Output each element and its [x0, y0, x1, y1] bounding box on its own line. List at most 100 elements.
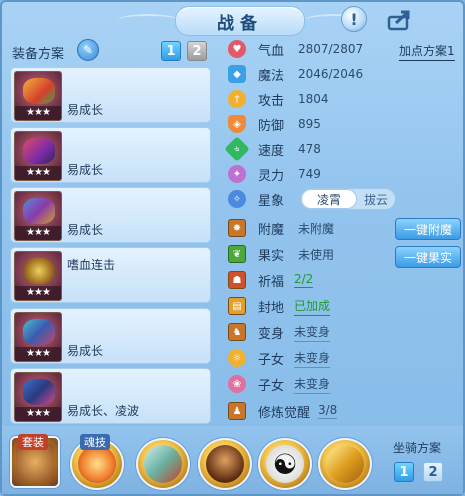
extra-transform: ♞ 变身 未变身 [228, 321, 331, 343]
heart-icon: ♥ [228, 40, 246, 58]
skill-slot-4[interactable] [198, 438, 252, 490]
slot-desc: 嗜血连击 [67, 258, 116, 272]
equip-slot-weapon[interactable]: ★★★ 易成长 [10, 67, 211, 123]
stat-value: 749 [298, 167, 321, 181]
shield-icon: ◈ [228, 115, 246, 133]
stat-name: 速度 [258, 143, 285, 159]
stat-hp: ♥ 气血 2807/2807 [228, 38, 363, 60]
extra-pray: ☗ 祈福 2/2 [228, 269, 314, 291]
child2-icon: ❀ [228, 375, 246, 393]
stat-name: 攻击 [258, 93, 285, 109]
slot-desc: 易成长 [67, 163, 104, 177]
one-click-enchant-button[interactable]: 一键附魔 [395, 218, 461, 240]
sword-icon: † [228, 90, 246, 108]
skill-slot-3[interactable] [136, 438, 190, 490]
stat-value: 478 [298, 142, 321, 156]
armor-thumb-icon: ★★★ [14, 191, 62, 241]
stat-value: 2807/2807 [298, 42, 364, 56]
stat-name: 封地 [258, 300, 285, 316]
soul-skill-icon [78, 445, 116, 483]
pray-icon: ☗ [228, 271, 246, 289]
enchant-icon: ✸ [228, 219, 246, 237]
slot-stars: ★★★ [15, 226, 61, 240]
extra-child-1: ☼ 子女 未变身 [228, 347, 331, 369]
stat-value[interactable]: 2/2 [294, 272, 314, 288]
star-option-inactive[interactable]: 拔云 [357, 191, 395, 208]
skill-slot-5[interactable]: ☯ [258, 438, 312, 490]
help-icon[interactable]: ! [341, 6, 367, 32]
stat-value: 895 [298, 117, 321, 131]
share-icon[interactable] [386, 8, 414, 32]
slot-stars: ★★★ [15, 286, 61, 300]
share-arrow-icon [387, 10, 410, 31]
slot-desc: 易成长 [67, 344, 104, 358]
stat-name: 防御 [258, 118, 285, 134]
slot-stars: ★★★ [15, 407, 61, 421]
stat-value[interactable]: 3/8 [318, 403, 338, 419]
stat-mp: ◆ 魔法 2046/2046 [228, 63, 363, 85]
stat-star-sign: ✧ 星象 [228, 188, 294, 210]
necklace-thumb-icon: ★★★ [14, 251, 62, 301]
skill-slot-6[interactable] [318, 438, 372, 490]
blade-icon [144, 445, 182, 483]
fruit-icon: ❦ [228, 245, 246, 263]
equip-slot-helmet[interactable]: ★★★ 易成长 [10, 127, 211, 183]
equip-slot-shoes[interactable]: ★★★ 易成长、凌波 [10, 368, 211, 424]
child-icon: ☼ [228, 349, 246, 367]
stat-name: 魔法 [258, 68, 285, 84]
transform-icon: ♞ [228, 323, 246, 341]
stat-value[interactable]: 未变身 [294, 349, 331, 368]
equip-slot-belt[interactable]: ★★★ 易成长 [10, 308, 211, 364]
star-sign-toggle[interactable]: 凌霄 拔云 [300, 188, 396, 210]
seal-icon: ▤ [228, 297, 246, 315]
equip-slot-necklace[interactable]: ★★★ 嗜血连击 [10, 247, 211, 303]
soul-skill-tag: 魂技 [80, 434, 110, 450]
weapon-thumb-icon: ★★★ [14, 71, 62, 121]
stat-value[interactable]: 未变身 [294, 375, 331, 394]
golden-blade-icon [326, 445, 364, 483]
suit-tag: 套装 [18, 434, 48, 450]
stat-name: 果实 [258, 248, 285, 264]
stat-name: 子女 [258, 378, 285, 394]
title-ornament-left [118, 14, 178, 26]
stat-value: 未附魔 [298, 221, 335, 236]
helmet-thumb-icon: ★★★ [14, 131, 62, 181]
slot-desc: 易成长、凌波 [67, 404, 140, 418]
equip-slot-armor[interactable]: ★★★ 易成长 [10, 187, 211, 243]
stat-value[interactable]: 已加成 [294, 297, 331, 316]
equip-plan-tab-1[interactable]: 1 [161, 41, 181, 61]
one-click-fruit-button[interactable]: 一键果实 [395, 246, 461, 268]
spirit-icon: ✦ [228, 165, 246, 183]
stat-name: 变身 [258, 326, 285, 342]
slot-stars: ★★★ [15, 166, 61, 180]
stat-value: 1804 [298, 92, 329, 106]
star-option-active[interactable]: 凌霄 [301, 189, 357, 209]
add-point-plan-link[interactable]: 加点方案1 [399, 42, 455, 61]
stat-defense: ◈ 防御 895 [228, 113, 321, 135]
edit-plan-icon[interactable]: ✎ [77, 39, 99, 61]
stat-name: 附魔 [258, 222, 285, 238]
stat-name: 祈福 [258, 274, 285, 290]
extra-fruit: ❦ 果实 未使用 [228, 243, 334, 265]
slot-stars: ★★★ [15, 106, 61, 120]
slot-desc: 易成长 [67, 103, 104, 117]
equip-plan-label: 装备方案 [12, 47, 65, 62]
mount-plan-tab-1[interactable]: 1 [394, 462, 414, 482]
warrior-icon [206, 445, 244, 483]
stat-attack: † 攻击 1804 [228, 88, 329, 110]
stat-speed: » 速度 478 [224, 136, 321, 162]
shoes-thumb-icon: ★★★ [14, 372, 62, 422]
mount-plan-tab-2[interactable]: 2 [423, 462, 443, 482]
stat-name: 气血 [258, 43, 285, 59]
speed-icon: » [224, 136, 250, 162]
stat-spirit: ✦ 灵力 749 [228, 163, 321, 185]
stat-value: 2046/2046 [298, 67, 364, 81]
star-sign-icon: ✧ [228, 190, 246, 208]
stat-value[interactable]: 未变身 [294, 323, 331, 342]
mana-icon: ◆ [228, 65, 246, 83]
extra-cultivate: ♟ 修炼觉醒 3/8 [228, 400, 338, 422]
equip-plan-tab-2[interactable]: 2 [187, 41, 207, 61]
window-title-text: 战备 [217, 13, 263, 34]
extra-enchant: ✸ 附魔 未附魔 [228, 217, 334, 239]
stat-value: 未使用 [298, 247, 335, 262]
